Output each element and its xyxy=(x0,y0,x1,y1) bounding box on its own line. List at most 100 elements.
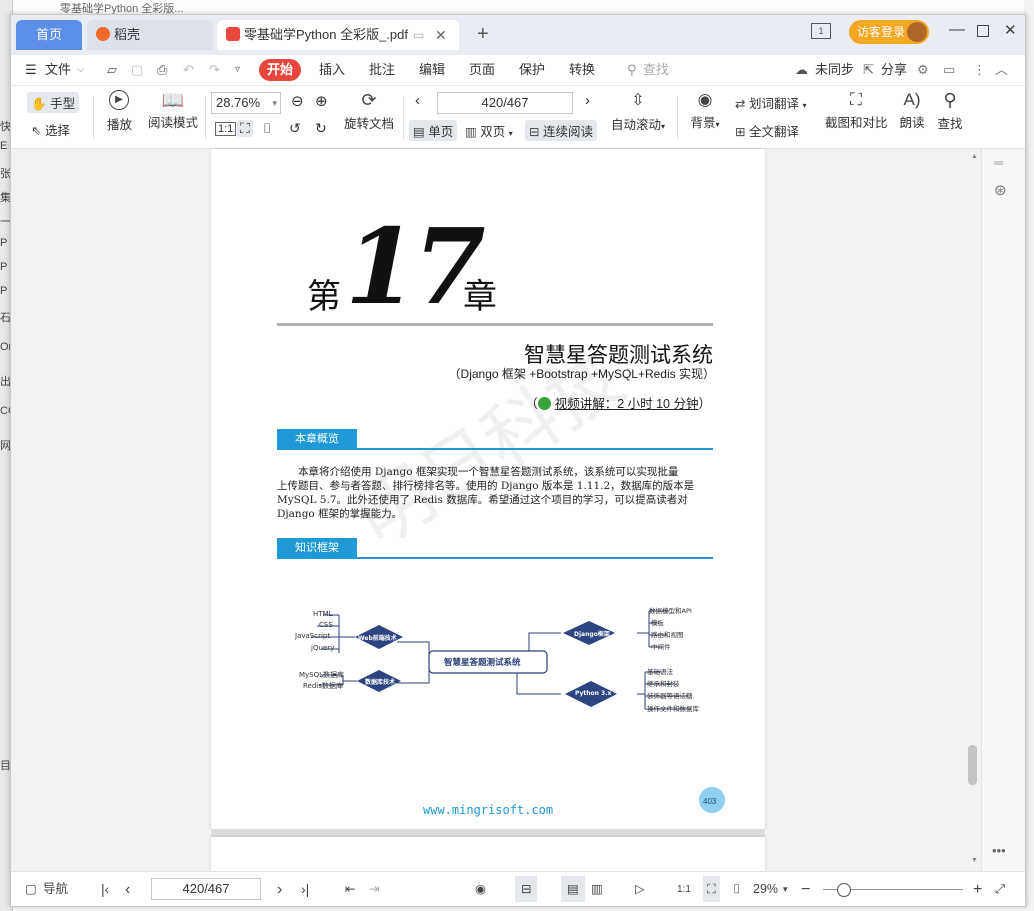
tab-document[interactable]: 零基础学Python 全彩版_.pdf ▭ ✕ xyxy=(217,20,459,50)
menu-annotate[interactable]: 批注 xyxy=(369,55,395,85)
single-page-icon[interactable]: ▤ xyxy=(561,876,585,902)
tab-pin-icon[interactable]: ▭ xyxy=(413,20,424,50)
settings-icon[interactable]: ⚙ xyxy=(917,55,929,85)
scroll-up-icon[interactable]: ▲ xyxy=(971,153,978,160)
menu-page[interactable]: 页面 xyxy=(469,55,495,85)
chevron-down-icon[interactable]: ▾ xyxy=(783,872,788,906)
status-zoom[interactable]: 29% xyxy=(753,872,778,906)
scroll-down-icon[interactable]: ▼ xyxy=(971,857,978,864)
tab-close-icon[interactable]: ✕ xyxy=(435,20,447,50)
fit-width-icon[interactable]: ⌷ xyxy=(733,872,741,906)
next-page-icon[interactable]: › xyxy=(585,92,590,109)
sync-status[interactable]: 未同步 xyxy=(815,55,854,85)
read-aloud-button[interactable]: A) 朗读 xyxy=(899,90,925,131)
menu-lines-icon[interactable]: ═ xyxy=(994,155,1003,170)
single-page-button[interactable]: ▤ 单页 xyxy=(409,120,458,141)
zoom-slider-handle[interactable] xyxy=(837,883,851,897)
panel-icon[interactable]: 1 xyxy=(811,23,831,39)
rotate-left-icon[interactable]: ↺ xyxy=(289,120,301,137)
book-icon: 📖 xyxy=(161,90,185,110)
search-text-icon[interactable]: ⊛ xyxy=(994,181,1007,199)
undo-icon[interactable]: ↶ xyxy=(183,55,194,85)
scrollbar-thumb[interactable] xyxy=(968,745,977,785)
play-icon[interactable]: ▷ xyxy=(635,872,645,906)
actual-size-icon[interactable]: 1:1 xyxy=(677,872,691,906)
menu-edit[interactable]: 编辑 xyxy=(419,55,445,85)
tab-daoke[interactable]: 稻壳 xyxy=(87,20,213,50)
chevron-down-icon: ▾ xyxy=(715,120,720,129)
share-button[interactable]: 分享 xyxy=(881,55,907,85)
cloud-icon: ☁ xyxy=(795,62,808,77)
rotate-doc-button[interactable]: ⟳ 旋转文档 xyxy=(343,90,395,132)
collapse-ribbon-icon[interactable]: ︿ xyxy=(995,55,1008,85)
full-translate-button[interactable]: ⊞ 全文翻译 xyxy=(735,121,799,140)
redo-icon[interactable]: ↷ xyxy=(209,55,220,85)
forward-icon[interactable]: ⇥ xyxy=(369,872,379,906)
first-page-icon[interactable]: |‹ xyxy=(101,872,109,906)
select-tool-label: 选择 xyxy=(44,124,70,138)
new-tab-button[interactable]: + xyxy=(477,23,489,46)
word-translate-button[interactable]: ⇄ 划词翻译 ▾ xyxy=(735,93,806,112)
back-icon[interactable]: ⇤ xyxy=(345,872,355,906)
actual-size-icon[interactable]: 1:1 xyxy=(215,122,237,136)
maximize-icon[interactable] xyxy=(977,25,989,37)
background-button[interactable]: ◉ 背景▾ xyxy=(687,90,723,131)
read-mode-button[interactable]: 📖 阅读模式 xyxy=(147,90,199,131)
nav-label[interactable]: 导航 xyxy=(43,872,68,906)
auto-scroll-button[interactable]: ⇳ 自动滚动▾ xyxy=(609,90,667,133)
zoom-out-icon[interactable]: ⊖ xyxy=(291,92,304,110)
eye-icon[interactable]: ◉ xyxy=(475,872,486,906)
fullscreen-icon[interactable]: ⤢ xyxy=(995,872,1005,906)
tab-home[interactable]: 首页 xyxy=(16,20,82,50)
page-input[interactable]: 420/467 xyxy=(437,92,573,114)
nav-panel-icon[interactable]: ▢ xyxy=(25,872,37,906)
menu-file[interactable]: 文件 xyxy=(45,55,71,85)
search-icon[interactable]: ⚲ xyxy=(627,55,637,85)
print-icon[interactable]: ⎙ xyxy=(157,55,167,85)
hand-tool-button[interactable]: ✋ 手型 xyxy=(27,92,80,113)
double-page-icon[interactable]: ▥ xyxy=(591,872,603,906)
more-sidebar-icon[interactable]: ••• xyxy=(992,843,1006,858)
next-page-icon[interactable]: › xyxy=(277,872,282,906)
select-tool-button[interactable]: ⇖ 选择 xyxy=(31,120,70,139)
hamburger-icon[interactable]: ☰ xyxy=(25,55,37,85)
status-page-input[interactable]: 420/467 xyxy=(151,878,261,900)
fit-page-icon[interactable]: ⛶ xyxy=(237,120,253,137)
menu-search[interactable]: 查找 xyxy=(643,55,669,85)
double-page-button[interactable]: ▥ 双页 ▾ xyxy=(465,121,513,140)
video-info[interactable]: （ 视频讲解：2 小时 10 分钟） xyxy=(525,393,711,412)
menu-insert[interactable]: 插入 xyxy=(319,55,345,85)
find-button[interactable]: ⚲ 查找 xyxy=(937,90,963,132)
divider xyxy=(93,96,94,140)
prev-page-icon[interactable]: ‹ xyxy=(415,92,420,109)
menu-protect[interactable]: 保护 xyxy=(519,55,545,85)
zoom-out-button[interactable]: − xyxy=(801,872,810,906)
rotate-right-icon[interactable]: ↻ xyxy=(315,120,327,137)
screenshot-compare-button[interactable]: ⛶ 截图和对比 xyxy=(825,90,888,131)
guest-login-button[interactable]: 访客登录 xyxy=(849,20,929,44)
zoom-in-icon[interactable]: ⊕ xyxy=(315,92,328,110)
save-icon[interactable]: ▢ xyxy=(131,55,143,85)
auto-scroll-label: 自动滚动 xyxy=(610,118,661,132)
open-icon[interactable]: ▱ xyxy=(107,55,117,85)
more-options-icon[interactable]: ⋮ xyxy=(973,55,986,85)
chevron-down-icon: ▾ xyxy=(508,129,513,138)
menu-start[interactable]: 开始 xyxy=(259,59,302,81)
pdf-icon xyxy=(226,27,240,41)
fit-page-icon[interactable]: ⛶ xyxy=(703,876,720,902)
continuous-icon[interactable]: ⊟ xyxy=(515,876,538,902)
menu-convert[interactable]: 转换 xyxy=(569,55,595,85)
minimize-icon[interactable]: — xyxy=(949,21,965,39)
continuous-read-button[interactable]: ⊟ 连续阅读 xyxy=(525,120,597,141)
fit-width-icon[interactable]: ⌷ xyxy=(263,120,271,137)
zoom-in-button[interactable]: + xyxy=(973,872,982,906)
close-icon[interactable]: ✕ xyxy=(1004,21,1017,39)
last-page-icon[interactable]: ›| xyxy=(301,872,309,906)
comment-icon[interactable]: ▭ xyxy=(943,55,955,85)
play-button[interactable]: ▶ 播放 xyxy=(107,90,132,133)
chevron-down-icon[interactable]: ⌵ xyxy=(77,55,85,85)
zoom-select[interactable]: 28.76% ▾ xyxy=(211,92,281,114)
chevron-down-icon: ▾ xyxy=(272,98,277,108)
prev-page-icon[interactable]: ‹ xyxy=(125,872,130,906)
more-icon[interactable]: ▿ xyxy=(235,55,240,85)
